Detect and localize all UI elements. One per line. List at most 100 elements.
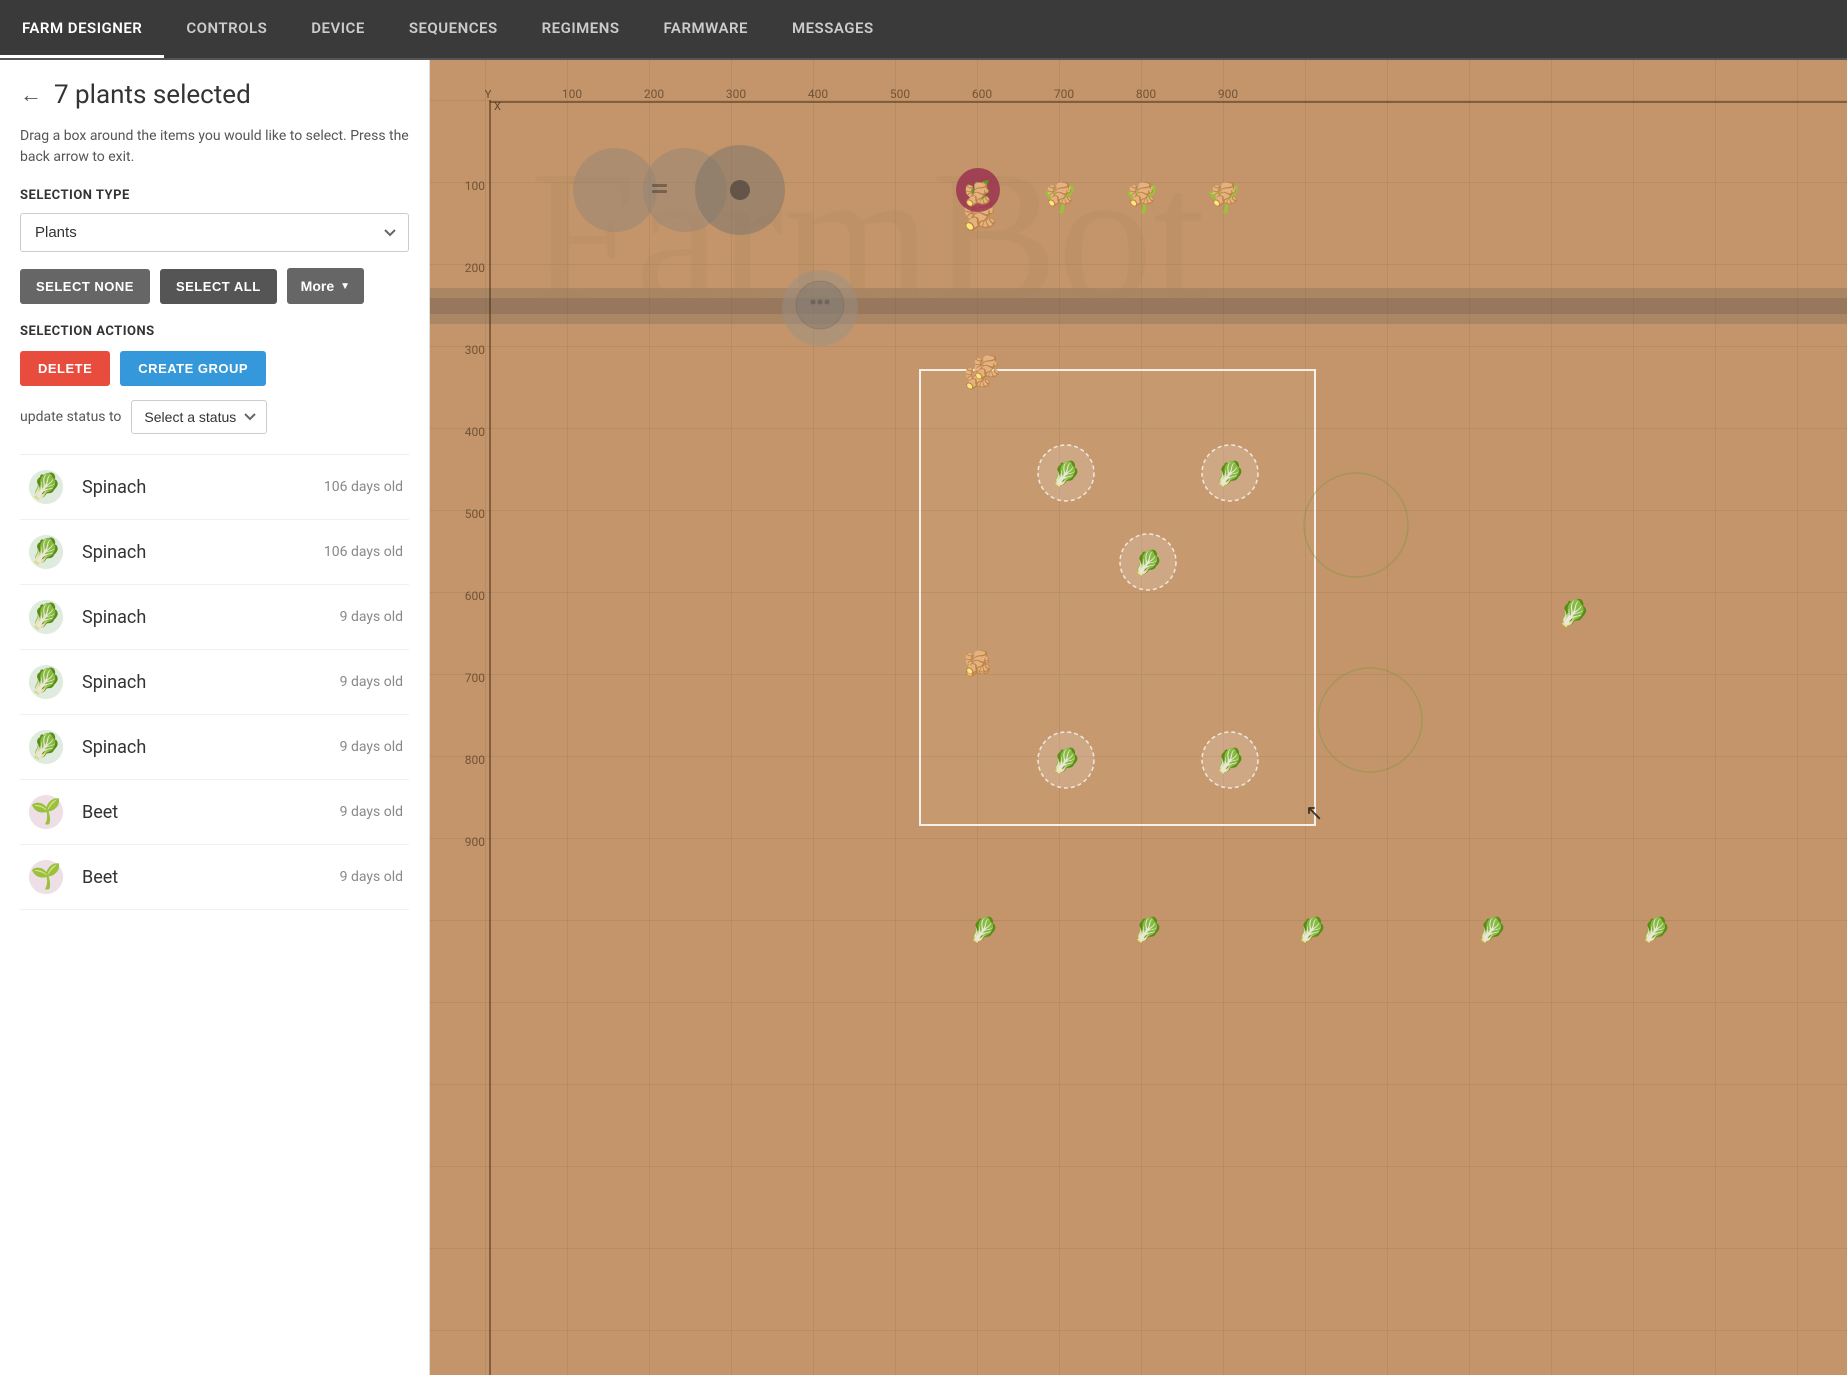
- svg-text:🥬: 🥬: [1051, 460, 1081, 488]
- sidebar-subtitle: Drag a box around the items you would li…: [20, 126, 409, 168]
- map-beet-3: 🫚: [1128, 181, 1155, 208]
- nav-farmware[interactable]: FARMWARE: [642, 0, 770, 58]
- create-group-button[interactable]: CREATE GROUP: [120, 351, 266, 386]
- plant-icon: 🥬: [26, 532, 66, 572]
- sidebar-header: ← 7 plants selected: [20, 80, 409, 110]
- plant-icon: 🌱: [26, 857, 66, 897]
- plant-name: Spinach: [82, 672, 324, 693]
- selection-type-dropdown[interactable]: Plants: [20, 213, 409, 252]
- svg-text:200: 200: [644, 87, 664, 101]
- plant-age: 9 days old: [340, 609, 403, 625]
- sidebar: ← 7 plants selected Drag a box around th…: [0, 60, 430, 1375]
- svg-text:900: 900: [1218, 87, 1238, 101]
- select-none-button[interactable]: SELECT NONE: [20, 269, 150, 304]
- plant-name: Spinach: [82, 737, 324, 758]
- map-beet-2: 🫚: [1046, 181, 1073, 208]
- nav-controls[interactable]: CONTROLS: [164, 0, 289, 58]
- more-button[interactable]: More: [287, 268, 364, 304]
- plant-age: 9 days old: [340, 739, 403, 755]
- select-all-button[interactable]: SELECT ALL: [160, 269, 277, 304]
- svg-text:300: 300: [465, 343, 485, 357]
- plant-name: Spinach: [82, 477, 308, 498]
- delete-button[interactable]: DELETE: [20, 351, 110, 386]
- back-arrow-icon[interactable]: ←: [20, 82, 42, 108]
- top-navigation: FARM DESIGNER CONTROLS DEVICE SEQUENCES …: [0, 0, 1847, 60]
- svg-text:100: 100: [562, 87, 582, 101]
- action-buttons-row: DELETE CREATE GROUP: [20, 351, 409, 386]
- svg-text:800: 800: [465, 753, 485, 767]
- svg-text:🥬: 🥬: [1558, 598, 1590, 629]
- svg-text:500: 500: [890, 87, 910, 101]
- svg-text:200: 200: [465, 261, 485, 275]
- svg-text:🥬: 🥬: [1215, 460, 1245, 488]
- nav-sequences[interactable]: SEQUENCES: [387, 0, 520, 58]
- nav-device[interactable]: DEVICE: [289, 0, 387, 58]
- svg-text:🥬: 🥬: [1133, 549, 1163, 577]
- svg-text:🥬: 🥬: [31, 667, 62, 697]
- map-beet-4: 🫚: [1211, 181, 1238, 208]
- svg-text:🥬: 🥬: [1215, 747, 1245, 775]
- plant-name: Beet: [82, 802, 324, 823]
- plant-icon: 🥬: [26, 597, 66, 637]
- svg-text:🥬: 🥬: [1133, 916, 1163, 944]
- svg-text:🥬: 🥬: [969, 916, 999, 944]
- plant-list-item[interactable]: 🌱 Beet9 days old: [20, 780, 409, 845]
- plant-age: 106 days old: [324, 544, 403, 560]
- svg-text:🥬: 🥬: [1477, 916, 1507, 944]
- svg-text:400: 400: [808, 87, 828, 101]
- map-grid: Y X 100 200 300 400 500 600 700 800 900 …: [430, 60, 1847, 1375]
- map-beet-1: 🫚: [964, 181, 991, 208]
- svg-text:🥬: 🥬: [31, 472, 62, 502]
- map-area[interactable]: Y X 100 200 300 400 500 600 700 800 900 …: [430, 60, 1847, 1375]
- svg-text:400: 400: [465, 425, 485, 439]
- svg-text:🥬: 🥬: [31, 537, 62, 567]
- svg-text:700: 700: [465, 671, 485, 685]
- svg-text:600: 600: [465, 589, 485, 603]
- svg-text:900: 900: [465, 835, 485, 849]
- svg-text:🥬: 🥬: [1641, 916, 1671, 944]
- nav-messages[interactable]: MESSAGES: [770, 0, 896, 58]
- svg-text:700: 700: [1054, 87, 1074, 101]
- svg-text:🫚: 🫚: [973, 354, 1000, 381]
- select-buttons-row: SELECT NONE SELECT ALL More: [20, 268, 409, 304]
- plant-name: Beet: [82, 867, 324, 888]
- plant-age: 9 days old: [340, 674, 403, 690]
- plant-name: Spinach: [82, 542, 308, 563]
- svg-text:600: 600: [972, 87, 992, 101]
- plant-icon: 🥬: [26, 662, 66, 702]
- svg-text:800: 800: [1136, 87, 1156, 101]
- svg-text:↖: ↖: [1305, 801, 1323, 826]
- plant-name: Spinach: [82, 607, 324, 628]
- svg-text:🥬: 🥬: [1297, 916, 1327, 944]
- svg-text:100: 100: [465, 179, 485, 193]
- svg-text:300: 300: [726, 87, 746, 101]
- plant-icon: 🥬: [26, 727, 66, 767]
- plant-age: 106 days old: [324, 479, 403, 495]
- status-dropdown[interactable]: Select a status: [131, 400, 267, 434]
- status-prefix-label: update status to: [20, 409, 121, 425]
- status-row: update status to Select a status: [20, 400, 409, 434]
- svg-text:🥬: 🥬: [31, 732, 62, 762]
- svg-text:🌱: 🌱: [31, 863, 62, 892]
- svg-text:Y: Y: [485, 88, 492, 101]
- plant-age: 9 days old: [340, 869, 403, 885]
- svg-text:500: 500: [465, 507, 485, 521]
- plant-list-item[interactable]: 🥬 Spinach 9 days old: [20, 650, 409, 715]
- plant-icon: 🌱: [26, 792, 66, 832]
- svg-text:🫚: 🫚: [964, 649, 991, 676]
- nav-farm-designer[interactable]: FARM DESIGNER: [0, 0, 164, 58]
- plant-list-item[interactable]: 🥬 Spinach 106 days old: [20, 520, 409, 585]
- plant-list-item[interactable]: 🥬 Spinach 9 days old: [20, 585, 409, 650]
- plant-list: 🥬 Spinach 106 days old 🥬 Spinach 106 days …: [20, 454, 409, 910]
- selection-actions-label: SELECTION ACTIONS: [20, 324, 409, 339]
- plant-icon: 🥬: [26, 467, 66, 507]
- svg-text:🥬: 🥬: [1051, 747, 1081, 775]
- nav-regimens[interactable]: REGIMENS: [520, 0, 642, 58]
- selection-type-label: SELECTION TYPE: [20, 188, 409, 203]
- plant-list-item[interactable]: 🥬 Spinach 9 days old: [20, 715, 409, 780]
- main-content: ← 7 plants selected Drag a box around th…: [0, 60, 1847, 1375]
- plant-list-item[interactable]: 🌱 Beet 9 days old: [20, 845, 409, 910]
- plant-list-item[interactable]: 🥬 Spinach 106 days old: [20, 455, 409, 520]
- svg-text:X: X: [494, 100, 501, 113]
- svg-text:🥬: 🥬: [31, 602, 62, 632]
